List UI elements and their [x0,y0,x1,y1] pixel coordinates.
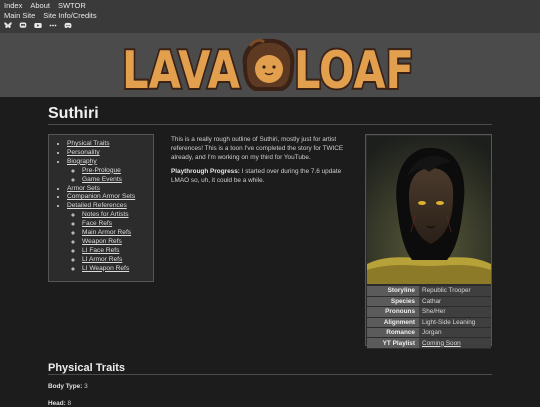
toc-link-notes-for-artists[interactable]: Notes for Artists [82,211,129,218]
page-title: Suthiri [48,105,99,122]
info-key: Storyline [367,286,419,297]
toc-subitem: LI Face Refs [82,247,149,256]
info-value: Light-Side Leaning [419,317,491,329]
info-value: Jorgan [419,327,491,339]
nav-link-swtor[interactable]: SWTOR [58,1,86,10]
toc-link-biography[interactable]: Biography [67,158,97,165]
toc-subitem: Game Events [82,176,149,185]
toc-subitem: Weapon Refs [82,238,149,247]
character-infobox: Storyline Republic Trooper Species Cathar … [365,134,492,349]
toc-item: Companion Armor Sets [67,193,149,202]
progress-label: Playthrough Progress: [171,168,240,175]
toc-subitem: Pre-Prologue [82,167,149,176]
toc-sublist: Notes for Artists Face Refs Main Armor R… [67,211,149,273]
lavaloaf-logo[interactable]: LAVA LOAF [122,36,416,94]
toc-link-game-events[interactable]: Game Events [82,176,122,183]
trait-head: Head: 8 [48,400,71,407]
info-row: Storyline Republic Trooper [367,286,491,297]
social-links [4,22,72,29]
toc-link-li-armor-refs[interactable]: LI Armor Refs [82,256,122,263]
toc-link-companion-armor-sets[interactable]: Companion Armor Sets [67,193,135,200]
trait-value: 3 [82,383,88,390]
toc-link-main-armor-refs[interactable]: Main Armor Refs [82,229,131,236]
trait-label: Body Type: [48,383,83,390]
info-key: Alignment [367,317,419,329]
info-row: YT Playlist Coming Soon [367,337,491,349]
toc-item: Biography Pre-Prologue Game Events [67,158,149,185]
nav-link-main-site[interactable]: Main Site [4,11,35,20]
toc-link-li-face-refs[interactable]: LI Face Refs [82,247,119,254]
bluesky-icon[interactable] [4,22,12,29]
info-value-link: Coming Soon [419,337,491,349]
toc-sublist: Pre-Prologue Game Events [67,167,149,185]
toc-item: Physical Traits [67,140,149,149]
nav-link-index[interactable]: Index [4,1,22,10]
loaf-mascot-icon [242,38,295,91]
info-row: Pronouns She/Her [367,306,491,318]
toc-link-personality[interactable]: Personality [67,149,100,156]
character-portrait [367,136,491,284]
toc-link-armor-sets[interactable]: Armor Sets [67,185,100,192]
info-row: Species Cathar [367,296,491,308]
section-title-physical-traits: Physical Traits [48,362,126,374]
info-key: YT Playlist [367,337,419,349]
toc-subitem: Main Armor Refs [82,229,149,238]
trait-value: 8 [65,400,72,407]
toc-link-pre-prologue[interactable]: Pre-Prologue [82,167,121,174]
toc-link-physical-traits[interactable]: Physical Traits [67,140,110,147]
progress-paragraph: Playthrough Progress: I started over dur… [171,167,356,185]
info-row: Romance Jorgan [367,327,491,339]
toc-link-detailed-references[interactable]: Detailed References [67,202,127,209]
toc-link-li-weapon-refs[interactable]: LI Weapon Refs [82,265,129,272]
table-of-contents: Physical Traits Personality Biography Pr… [48,134,154,282]
info-value: She/Her [419,306,491,318]
toc-subitem: Face Refs [82,220,149,229]
discord-icon[interactable] [64,22,72,29]
info-key: Romance [367,327,419,339]
trait-body-type: Body Type: 3 [48,383,88,390]
toc-item: Armor Sets [67,185,149,194]
nav-link-about[interactable]: About [30,1,50,10]
toc-subitem: LI Weapon Refs [82,265,149,274]
site-banner: LAVA LOAF [0,33,540,97]
toc-list: Physical Traits Personality Biography Pr… [53,140,149,274]
top-nav-bar: Index About SWTOR Main Site Site Info/Cr… [0,0,540,33]
toc-item: Detailed References Notes for Artists Fa… [67,202,149,273]
nav-row-primary: Index About SWTOR [4,1,86,10]
logo-text-left: LAVA [122,41,240,94]
title-divider [48,124,492,125]
intro-section: This is a really rough outline of Suthir… [171,135,356,190]
more-icon[interactable] [49,22,57,29]
mastodon-icon[interactable] [19,22,27,29]
info-value: Cathar [419,296,491,308]
toc-subitem: LI Armor Refs [82,256,149,265]
main-content: Suthiri Physical Traits Personality Biog… [0,97,540,407]
toc-subitem: Notes for Artists [82,211,149,220]
yt-playlist-link[interactable]: Coming Soon [422,340,461,347]
youtube-icon[interactable] [34,22,42,29]
logo-text-right: LOAF [294,41,414,94]
nav-row-secondary: Main Site Site Info/Credits [4,11,97,20]
info-value: Republic Trooper [419,286,491,297]
trait-label: Head: [48,400,66,407]
info-key: Pronouns [367,306,419,318]
toc-item: Personality [67,149,149,158]
nav-link-site-info[interactable]: Site Info/Credits [43,11,96,20]
intro-paragraph: This is a really rough outline of Suthir… [171,136,344,161]
toc-link-face-refs[interactable]: Face Refs [82,220,112,227]
info-key: Species [367,296,419,308]
character-info-table: Storyline Republic Trooper Species Cathar … [367,286,491,349]
section-divider [48,374,492,375]
info-row: Alignment Light-Side Leaning [367,317,491,329]
toc-link-weapon-refs[interactable]: Weapon Refs [82,238,122,245]
